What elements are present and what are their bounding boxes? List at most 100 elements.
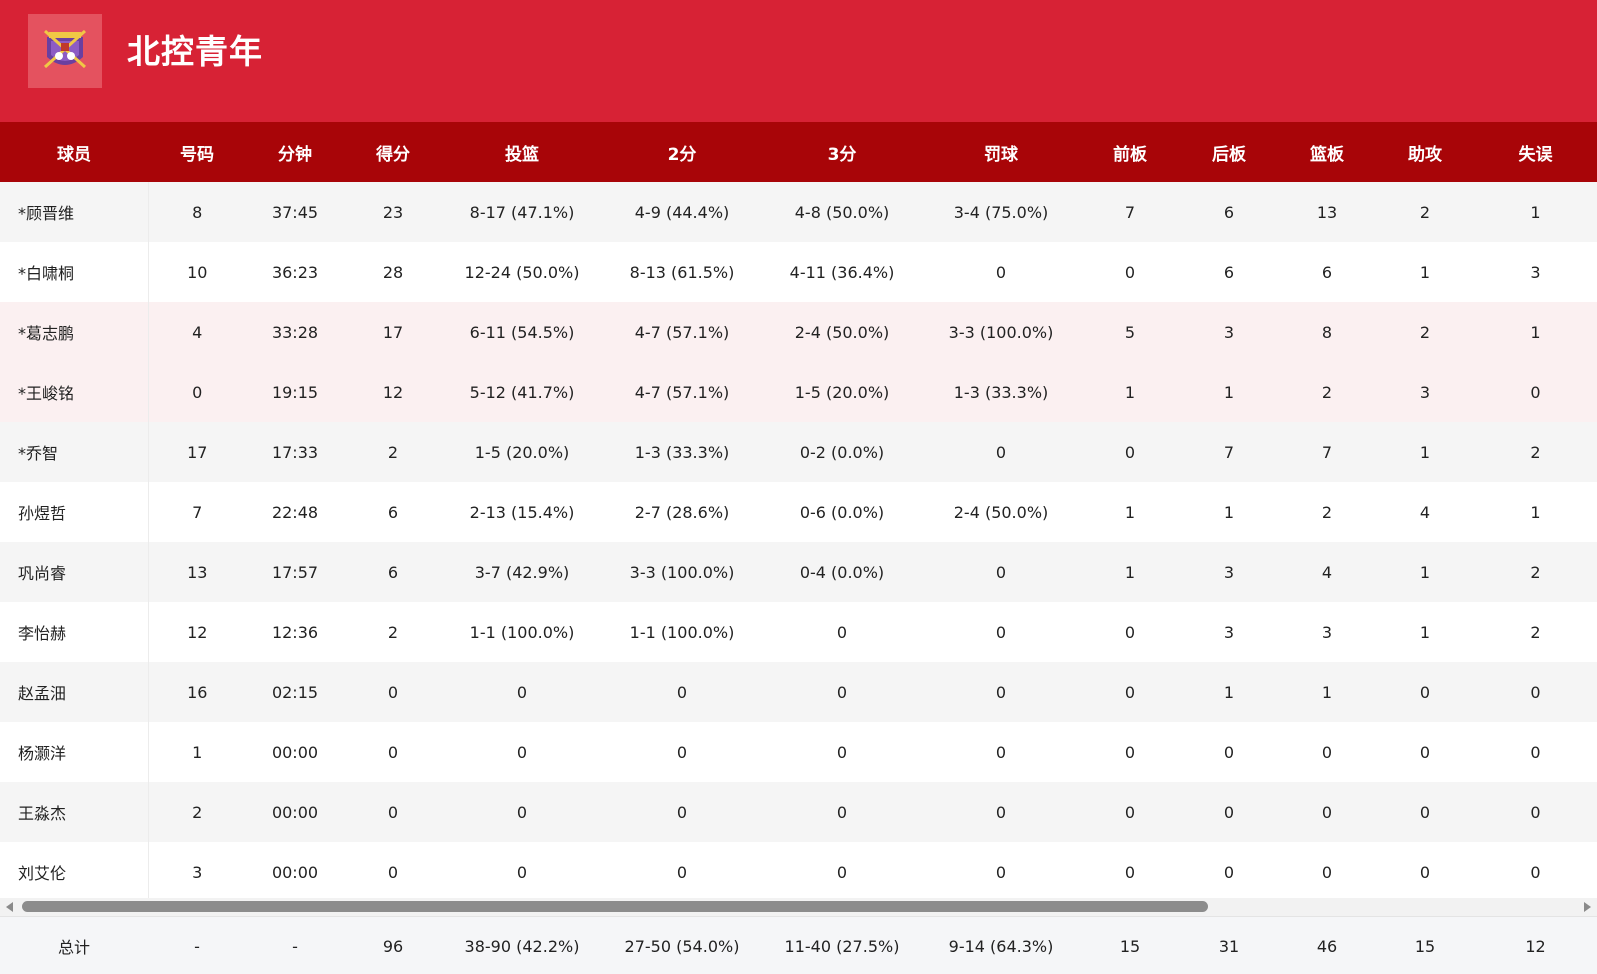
- player-name[interactable]: *王峻铭: [0, 362, 149, 422]
- column-header[interactable]: 得分: [344, 122, 442, 182]
- stat-cell: 36:23: [246, 242, 344, 302]
- box-score-table[interactable]: 球员 号码 分钟 得分 投篮 2分 3分 罚球 前板 后板 篮板 助攻 失误 *顾晋维 8 37:45 23 8…: [0, 122, 1597, 898]
- column-header[interactable]: 失误: [1474, 122, 1597, 182]
- stat-cell: 1: [1180, 662, 1278, 722]
- stat-cell: 1-1 (100.0%): [602, 602, 762, 662]
- stat-cell: 23: [344, 182, 442, 242]
- totals-cell: 46: [1316, 936, 1338, 956]
- stat-cell: 0: [602, 782, 762, 842]
- scrollbar-thumb[interactable]: [22, 901, 1208, 912]
- player-name[interactable]: 杨灏洋: [0, 722, 149, 782]
- stat-cell: 00:00: [246, 782, 344, 842]
- stat-cell: 5-12 (41.7%): [442, 362, 602, 422]
- player-name[interactable]: *顾晋维: [0, 182, 149, 242]
- column-header[interactable]: 投篮: [442, 122, 602, 182]
- column-header[interactable]: 助攻: [1376, 122, 1474, 182]
- player-row[interactable]: 杨灏洋 1 00:00 0 0 0 0 0 0 0 0 0 0: [0, 722, 1597, 782]
- stat-cell: 1: [1474, 302, 1597, 362]
- column-header[interactable]: 篮板: [1278, 122, 1376, 182]
- stat-cell: 12: [148, 602, 246, 662]
- team-header: 北控青年: [0, 0, 1597, 122]
- player-row[interactable]: *葛志鹏 4 33:28 17 6-11 (54.5%) 4-7 (57.1%) 2-4 (…: [0, 302, 1597, 362]
- totals-cell: 11-40 (27.5%): [784, 936, 900, 956]
- scroll-left-arrow-icon[interactable]: [6, 902, 13, 912]
- player-name[interactable]: 赵孟沺: [0, 662, 149, 722]
- stat-cell: 0: [922, 842, 1080, 898]
- stat-cell: 6-11 (54.5%): [442, 302, 602, 362]
- stat-cell: 0: [602, 722, 762, 782]
- stat-cell: 0-4 (0.0%): [762, 542, 922, 602]
- player-row[interactable]: *顾晋维 8 37:45 23 8-17 (47.1%) 4-9 (44.4%) 4-8 (…: [0, 182, 1597, 242]
- column-header[interactable]: 球员: [0, 122, 148, 182]
- stat-cell: 0: [922, 542, 1080, 602]
- scroll-right-arrow-icon[interactable]: [1584, 902, 1591, 912]
- stat-cell: 16: [148, 662, 246, 722]
- stat-cell: 2: [1278, 482, 1376, 542]
- player-row[interactable]: *王峻铭 0 19:15 12 5-12 (41.7%) 4-7 (57.1%) 1-5 (…: [0, 362, 1597, 422]
- stat-cell: 3-4 (75.0%): [922, 182, 1080, 242]
- stat-cell: 0: [1376, 722, 1474, 782]
- column-header[interactable]: 分钟: [246, 122, 344, 182]
- player-row[interactable]: 刘艾伦 3 00:00 0 0 0 0 0 0 0 0 0 0: [0, 842, 1597, 898]
- player-row[interactable]: 孙煜哲 7 22:48 6 2-13 (15.4%) 2-7 (28.6%) 0-6 (0.…: [0, 482, 1597, 542]
- horizontal-scrollbar[interactable]: [0, 898, 1597, 916]
- player-row[interactable]: 巩尚睿 13 17:57 6 3-7 (42.9%) 3-3 (100.0%) 0-4 (0…: [0, 542, 1597, 602]
- stat-cell: 0: [1474, 842, 1597, 898]
- stat-cell: 1-5 (20.0%): [762, 362, 922, 422]
- stat-cell: 0: [762, 842, 922, 898]
- stat-cell: 0: [344, 662, 442, 722]
- column-header[interactable]: 3分: [762, 122, 922, 182]
- stat-cell: 17: [344, 302, 442, 362]
- stat-cell: 02:15: [246, 662, 344, 722]
- stat-cell: 0: [1474, 782, 1597, 842]
- stat-cell: 0: [1080, 422, 1180, 482]
- stat-cell: 0: [1080, 842, 1180, 898]
- column-header[interactable]: 号码: [148, 122, 246, 182]
- stat-cell: 8: [148, 182, 246, 242]
- player-name[interactable]: 孙煜哲: [0, 482, 149, 542]
- player-name[interactable]: 李怡赫: [0, 602, 149, 662]
- stat-cell: 8-13 (61.5%): [602, 242, 762, 302]
- stat-cell: 3-3 (100.0%): [602, 542, 762, 602]
- stat-cell: 2: [1278, 362, 1376, 422]
- player-row[interactable]: 赵孟沺 16 02:15 0 0 0 0 0 0 1 1 0 0: [0, 662, 1597, 722]
- player-name[interactable]: *白啸桐: [0, 242, 149, 302]
- stat-cell: 0: [762, 602, 922, 662]
- player-row[interactable]: 王淼杰 2 00:00 0 0 0 0 0 0 0 0 0 0: [0, 782, 1597, 842]
- column-header[interactable]: 前板: [1080, 122, 1180, 182]
- stat-cell: 1: [1376, 242, 1474, 302]
- stat-cell: 1: [1180, 482, 1278, 542]
- stat-cell: 12-24 (50.0%): [442, 242, 602, 302]
- totals-cell: 96: [382, 936, 404, 956]
- stat-cell: 17: [148, 422, 246, 482]
- column-header[interactable]: 罚球: [922, 122, 1080, 182]
- stat-cell: 7: [1080, 182, 1180, 242]
- stat-cell: 4-7 (57.1%): [602, 302, 762, 362]
- stat-cell: 37:45: [246, 182, 344, 242]
- stat-cell: 4-8 (50.0%): [762, 182, 922, 242]
- player-name[interactable]: 王淼杰: [0, 782, 149, 842]
- totals-cell: 12: [1525, 936, 1546, 956]
- stat-cell: 0: [344, 842, 442, 898]
- player-name[interactable]: 刘艾伦: [0, 842, 149, 898]
- player-row[interactable]: *白啸桐 10 36:23 28 12-24 (50.0%) 8-13 (61.5%) 4-…: [0, 242, 1597, 302]
- stat-cell: 2-4 (50.0%): [762, 302, 922, 362]
- stat-cell: 3: [148, 842, 246, 898]
- stat-cell: 22:48: [246, 482, 344, 542]
- player-name[interactable]: 巩尚睿: [0, 542, 149, 602]
- stat-cell: 6: [1180, 182, 1278, 242]
- player-name[interactable]: *乔智: [0, 422, 149, 482]
- stat-cell: 1: [1080, 362, 1180, 422]
- column-header[interactable]: 后板: [1180, 122, 1278, 182]
- stat-cell: 3: [1180, 602, 1278, 662]
- stat-cell: 13: [1278, 182, 1376, 242]
- player-row[interactable]: *乔智 17 17:33 2 1-5 (20.0%) 1-3 (33.3%) 0-2 (0.…: [0, 422, 1597, 482]
- stat-cell: 28: [344, 242, 442, 302]
- stat-cell: 0: [602, 662, 762, 722]
- player-row[interactable]: 李怡赫 12 12:36 2 1-1 (100.0%) 1-1 (100.0%) 0 0 0 3 3…: [0, 602, 1597, 662]
- stat-cell: 2-4 (50.0%): [922, 482, 1080, 542]
- stat-cell: 0: [442, 842, 602, 898]
- player-name[interactable]: *葛志鹏: [0, 302, 149, 362]
- column-header[interactable]: 2分: [602, 122, 762, 182]
- stat-cell: 2-13 (15.4%): [442, 482, 602, 542]
